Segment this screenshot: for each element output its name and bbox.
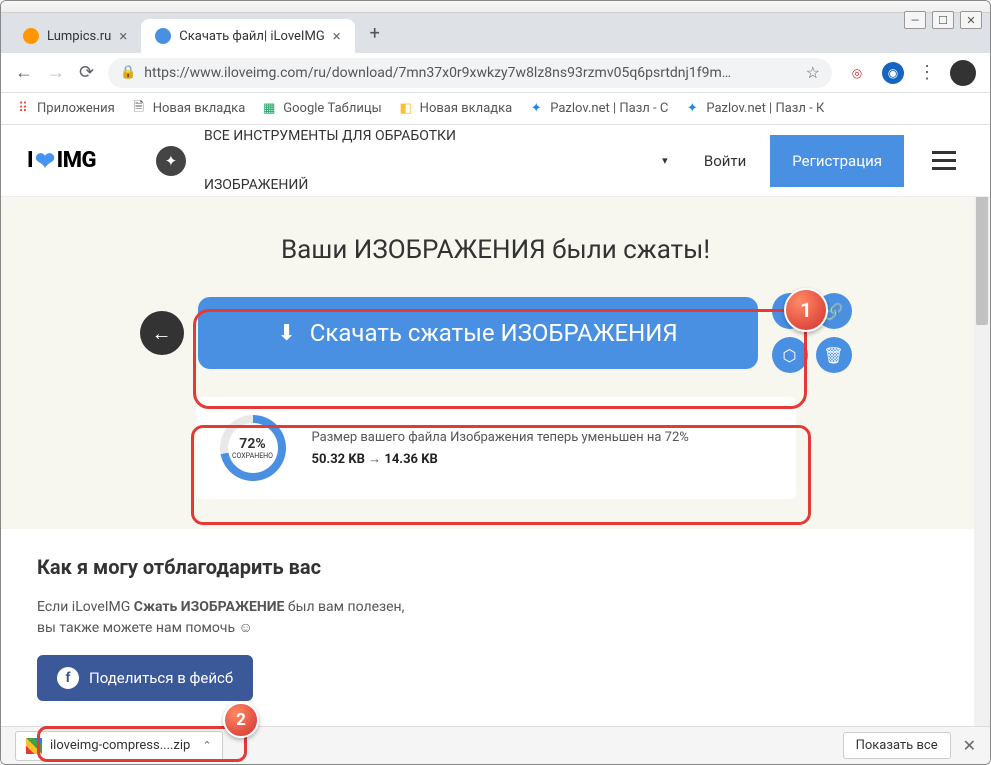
chevron-up-icon[interactable]: ⌃ [202,739,211,752]
show-all-downloads-button[interactable]: Показать все [843,732,951,759]
stats-text: Размер вашего файла Изображения теперь у… [312,430,689,467]
logo-i: I [27,148,33,173]
header-actions: ▾ Войти Регистрация [650,135,964,187]
bookmark-item[interactable]: 🗎 Новая вкладка [131,101,246,117]
download-chip[interactable]: iloveimg-compress....zip ⌃ [15,731,223,761]
fb-label: Поделиться в фейсб [89,669,233,687]
thank-section: Как я могу отблагодарить вас Если iLoveI… [1,529,990,727]
new-tab-button[interactable]: + [361,19,389,47]
close-tab-icon[interactable]: × [119,27,127,45]
trash-icon[interactable]: 🗑 [816,337,852,373]
menu-icon[interactable] [924,141,964,181]
bookmarks-bar: ⠿ Приложения 🗎 Новая вкладка ▦ Google Та… [1,93,990,125]
titlebar [1,1,990,13]
apps-icon: ⠿ [15,101,31,117]
address-bar[interactable]: 🔒 https://www.iloveimg.com/ru/download/7… [108,58,832,88]
reload-button[interactable]: ⟳ [79,62,94,83]
bookmark-label: Новая вкладка [153,101,246,116]
zip-icon [26,738,42,754]
annotation-badge-2: 2 [223,702,259,738]
download-filename: iloveimg-compress....zip [50,738,190,753]
window-controls: — ☐ ✕ [904,11,982,29]
downloads-bar: iloveimg-compress....zip ⌃ Показать все … [1,726,990,764]
heart-icon: ❤ [35,147,55,175]
lang-dropdown[interactable]: ▾ [650,141,680,181]
dropbox-icon[interactable]: ⬡ [772,337,808,373]
back-button[interactable]: ← [140,311,184,355]
extension-adblock-icon[interactable]: ◎ [846,62,868,84]
login-button[interactable]: Войти [680,135,770,187]
profile-avatar[interactable] [950,60,976,86]
bookmark-label: Google Таблицы [283,101,381,116]
header-tagline: ВСЕ ИНСТРУМЕНТЫ ДЛЯ ОБРАБОТКИ ИЗОБРАЖЕНИ… [204,127,456,193]
tab-lumpics[interactable]: Lumpics.ru × [9,19,141,53]
back-button[interactable]: ← [15,62,33,83]
browser-menu-button[interactable]: ⋮ [918,62,936,83]
page-icon: ◧ [398,101,414,117]
sheets-icon: ▦ [261,101,277,117]
close-downloads-bar[interactable]: ✕ [963,736,976,755]
puzzle-icon: ✦ [528,101,544,117]
forward-button[interactable]: → [47,62,65,83]
puzzle-icon: ✦ [684,101,700,117]
download-button[interactable]: ⬇ Скачать сжатые ИЗОБРАЖЕНИЯ [198,297,758,369]
page-content: I ❤ IMG ✦ ВСЕ ИНСТРУМЕНТЫ ДЛЯ ОБРАБОТКИ … [1,125,990,728]
donut-label: 72% СОХРАНЕНО [232,437,273,460]
tab-title: Скачать файл| iLoveIMG [179,29,324,44]
success-heading: Ваши ИЗОБРАЖЕНИЯ были сжаты! [1,235,990,265]
lock-icon: 🔒 [120,65,136,80]
bookmark-item[interactable]: ◧ Новая вкладка [398,101,513,117]
gear-icon[interactable]: ✦ [156,146,186,176]
logo-img: IMG [57,148,96,173]
thank-title: Как я могу отблагодарить вас [37,555,954,579]
thank-text: Если iLoveIMG Сжать ИЗОБРАЖЕНИЕ был вам … [37,597,417,639]
progress-donut: 72% СОХРАНЕНО [220,415,286,481]
download-row: ← ⬇ Скачать сжатые ИЗОБРАЖЕНИЯ ▲ 🔗 ⬡ 🗑 [1,293,990,373]
close-tab-icon[interactable]: × [333,27,341,45]
bookmark-label: Pazlov.net | Пазл - К [706,101,824,116]
annotation-badge-1: 1 [784,288,828,332]
minimize-button[interactable]: — [904,11,926,29]
bookmark-item[interactable]: ✦ Pazlov.net | Пазл - С [528,101,668,117]
facebook-icon: f [57,667,79,689]
close-window-button[interactable]: ✕ [960,11,982,29]
favicon-icon [155,28,171,44]
tab-iloveimg[interactable]: Скачать файл| iLoveIMG × [141,19,354,53]
bookmark-item[interactable]: ▦ Google Таблицы [261,101,381,117]
bookmark-star-icon[interactable]: ☆ [806,63,820,82]
maximize-button[interactable]: ☐ [932,11,954,29]
facebook-share-button[interactable]: f Поделиться в фейсб [37,655,253,701]
apps-label: Приложения [37,101,115,116]
stats-box: 72% СОХРАНЕНО Размер вашего файла Изобра… [196,397,796,499]
bookmark-label: Новая вкладка [420,101,513,116]
logo[interactable]: I ❤ IMG [27,147,96,175]
tab-strip: Lumpics.ru × Скачать файл| iLoveIMG × + [1,13,990,53]
main-content: Ваши ИЗОБРАЖЕНИЯ были сжаты! ← ⬇ Скачать… [1,125,990,727]
browser-toolbar: ← → ⟳ 🔒 https://www.iloveimg.com/ru/down… [1,53,990,93]
scrollbar[interactable] [974,125,990,728]
site-header: I ❤ IMG ✦ ВСЕ ИНСТРУМЕНТЫ ДЛЯ ОБРАБОТКИ … [1,125,990,197]
register-button[interactable]: Регистрация [770,135,904,187]
tab-title: Lumpics.ru [47,29,111,44]
bookmark-item[interactable]: ✦ Pazlov.net | Пазл - К [684,101,824,117]
extension-icon[interactable]: ◉ [882,62,904,84]
download-label: Скачать сжатые ИЗОБРАЖЕНИЯ [310,319,678,347]
favicon-icon [23,28,39,44]
bookmark-label: Pazlov.net | Пазл - С [550,101,668,116]
download-icon: ⬇ [277,321,295,346]
page-icon: 🗎 [131,101,147,117]
url-text: https://www.iloveimg.com/ru/download/7mn… [144,65,797,81]
apps-shortcut[interactable]: ⠿ Приложения [15,101,115,117]
